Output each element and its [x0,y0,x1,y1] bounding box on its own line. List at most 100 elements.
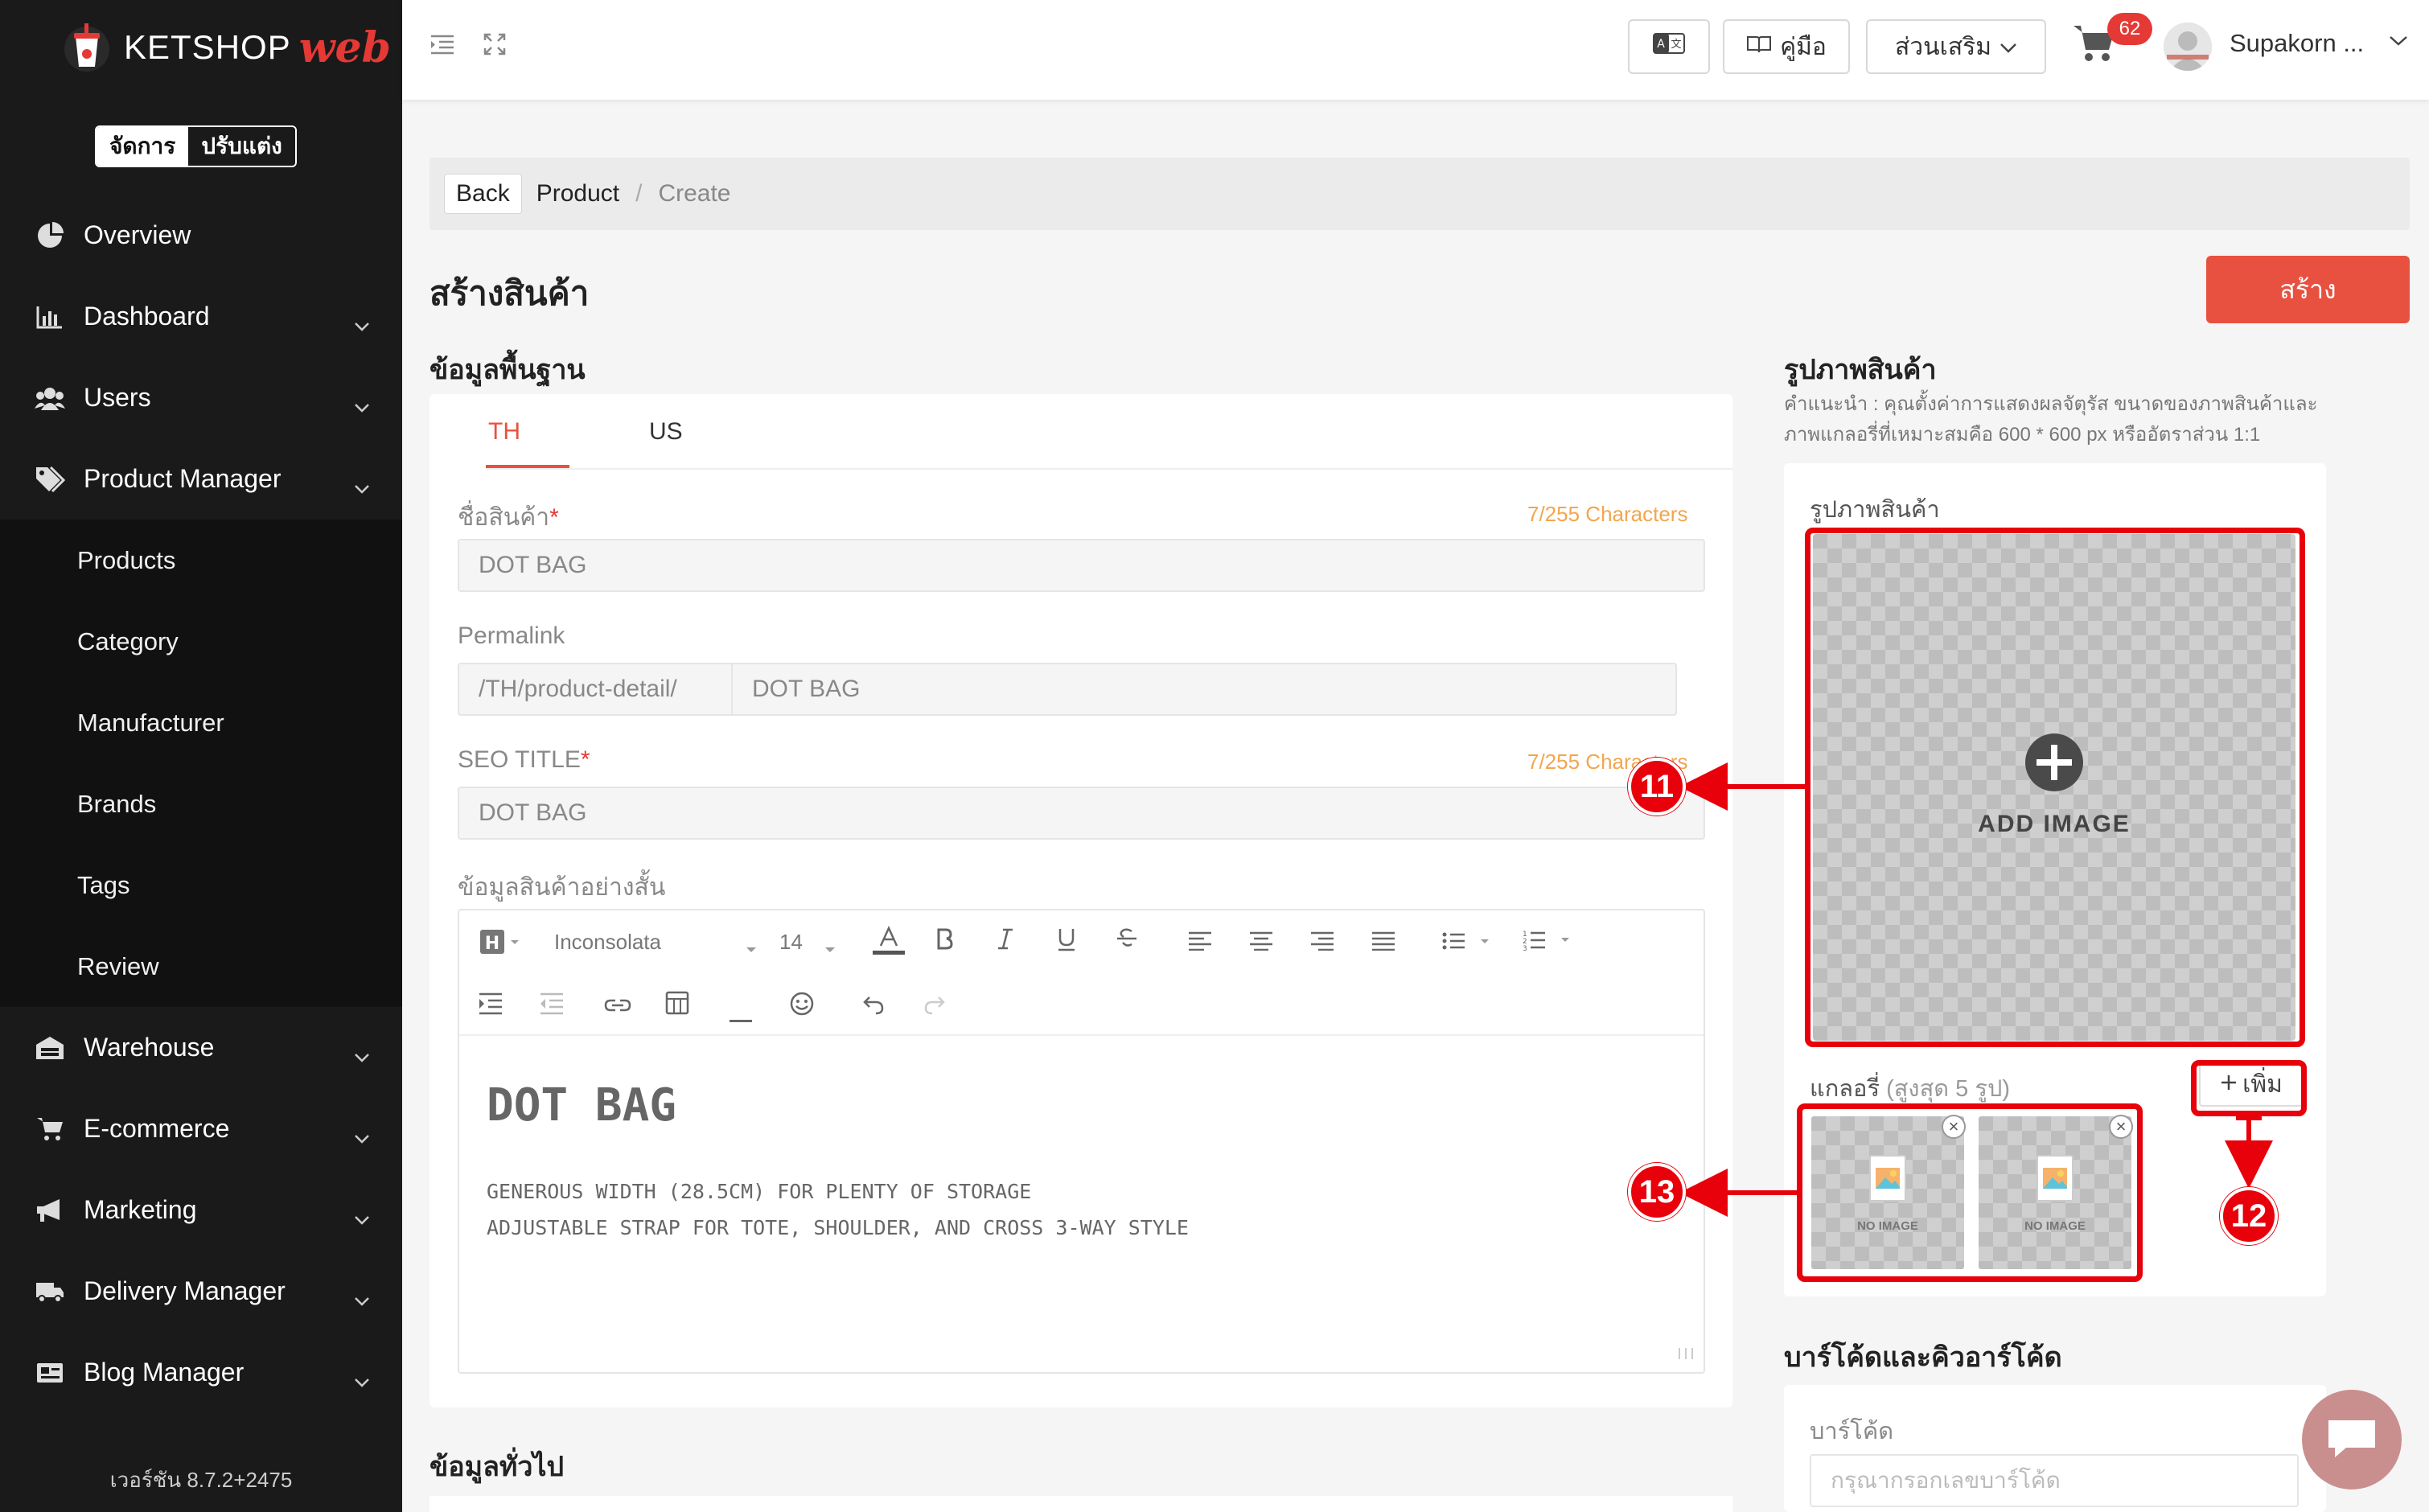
chevron-down-icon[interactable] [2389,35,2408,51]
chat-icon [2325,1415,2378,1465]
font-family-select[interactable]: Inconsolata [554,930,661,955]
general-info-card [429,1496,1732,1512]
brand-suffix: web [298,23,391,72]
align-right-icon[interactable] [1310,930,1334,957]
page-title: สร้างสินค้า [429,274,590,312]
translate-icon: A文 [1653,33,1685,60]
underline-icon[interactable] [1056,927,1077,959]
top-header: A文 คู่มือ ส่วนเสริม 62 Supakorn ... [402,0,2429,100]
chevron-down-icon [354,1120,370,1150]
manual-button[interactable]: คู่มือ [1723,19,1850,74]
heading-icon[interactable]: H [479,928,524,962]
sidebar-item-label: Product Manager [84,464,282,493]
seo-title-label: SEO TITLE* [458,746,590,774]
align-center-icon[interactable] [1249,930,1273,957]
font-color-icon[interactable] [871,925,906,963]
sidebar-subitem-tags[interactable]: Tags [0,844,402,926]
outdent-icon[interactable] [540,992,564,1021]
cart-count-badge: 62 [2107,13,2152,45]
mode-customize-button[interactable]: ปรับแต่ง [188,127,295,166]
sidebar-nav: Overview Dashboard Users Product Manager… [0,195,402,1413]
emoji-icon[interactable] [789,991,815,1023]
seo-title-input[interactable]: DOT BAG [458,787,1705,840]
resize-handle-icon[interactable] [1676,1345,1695,1366]
sidebar-subitem-category[interactable]: Category [0,601,402,682]
pie-chart-icon [34,220,66,252]
link-icon[interactable] [604,994,631,1021]
product-name-label-text: ชื่อสินค้า [458,504,550,531]
chevron-down-icon [746,933,757,960]
create-product-button[interactable]: สร้าง [2206,256,2410,323]
editor-line: ADJUSTABLE STRAP FOR TOTE, SHOULDER, AND… [487,1216,1189,1239]
sidebar-item-blog-manager[interactable]: Blog Manager [0,1332,402,1413]
sidebar-item-overview[interactable]: Overview [0,195,402,276]
chevron-down-icon [354,308,370,338]
sidebar-subitem-products[interactable]: Products [0,520,402,601]
table-icon[interactable] [665,991,689,1021]
mode-manage-button[interactable]: จัดการ [97,127,189,166]
warehouse-icon [34,1032,66,1064]
indent-menu-icon[interactable] [429,32,455,62]
sidebar-subitem-review[interactable]: Review [0,926,402,1007]
align-left-icon[interactable] [1188,930,1212,957]
permalink-prefix: /TH/product-detail/ [458,663,733,716]
permalink-input[interactable]: DOT BAG [733,663,1677,716]
addons-dropdown[interactable]: ส่วนเสริม [1866,19,2046,74]
annotation-callout-11: 11 [1628,758,1686,816]
undo-icon[interactable] [863,994,884,1021]
sidebar-item-marketing[interactable]: Marketing [0,1169,402,1251]
horizontal-rule-icon[interactable] [730,1002,752,1029]
gallery-label: แกลอรี่ (สูงสุด 5 รูป) [1810,1070,2010,1107]
editor-content[interactable]: DOT BAG GENEROUS WIDTH (28.5CM) FOR PLEN… [487,1079,1677,1246]
users-icon [34,382,66,414]
font-size-select[interactable]: 14 [779,930,803,955]
chevron-down-icon [354,470,370,500]
short-desc-label: ข้อมูลสินค้าอย่างสั้น [458,874,666,901]
sidebar-item-delivery-manager[interactable]: Delivery Manager [0,1251,402,1332]
breadcrumb-separator: / [635,180,643,207]
numbered-list-icon[interactable]: 123 [1523,928,1574,957]
basic-info-title: ข้อมูลพื้นฐาน [429,355,586,385]
product-images-title: รูปภาพสินค้า [1784,355,1937,385]
tab-divider [486,468,1732,470]
shopping-cart-icon [2072,26,2117,68]
sidebar-subitem-manufacturer[interactable]: Manufacturer [0,682,402,763]
manual-label: คู่มือ [1780,33,1827,60]
bold-icon[interactable] [935,927,953,957]
align-justify-icon[interactable] [1371,930,1395,957]
sidebar-item-label: Marketing [84,1195,197,1224]
editor-toolbar-row-2 [459,973,1704,1036]
sidebar-item-warehouse[interactable]: Warehouse [0,1007,402,1088]
italic-icon[interactable] [997,927,1014,957]
annotation-callout-13: 13 [1628,1163,1686,1221]
back-button[interactable]: Back [444,174,522,214]
bullet-list-icon[interactable] [1442,930,1494,957]
barcode-input[interactable]: กรุณากรอกเลขบาร์โค้ด [1810,1454,2299,1507]
indent-icon[interactable] [479,992,503,1021]
required-mark: * [580,746,590,773]
redo-icon[interactable] [924,994,945,1021]
sidebar-item-users[interactable]: Users [0,357,402,438]
user-name[interactable]: Supakorn ... [2230,29,2364,58]
tab-us[interactable]: US [649,418,683,446]
sidebar-item-ecommerce[interactable]: E-commerce [0,1088,402,1169]
sidebar-item-product-manager[interactable]: Product Manager [0,438,402,520]
mode-toggle: จัดการ ปรับแต่ง [95,125,297,167]
sidebar-item-dashboard[interactable]: Dashboard [0,276,402,357]
language-switch-button[interactable]: A文 [1628,19,1710,74]
editor-toolbar-row-1: H Inconsolata 14 123 [459,910,1704,973]
brand-logo[interactable]: KETSHOP web [63,19,391,76]
fullscreen-icon[interactable] [483,32,507,60]
addons-label: ส่วนเสริม [1894,33,1992,60]
breadcrumb-product-link[interactable]: Product [536,180,619,207]
strikethrough-icon[interactable] [1116,927,1138,957]
chat-button[interactable] [2302,1390,2402,1489]
user-avatar[interactable] [2164,23,2212,71]
basic-info-card: TH US ชื่อสินค้า* 7/255 Characters DOT B… [429,394,1732,1407]
product-name-input[interactable]: DOT BAG [458,539,1705,592]
tab-th[interactable]: TH [488,418,520,446]
chevron-down-icon [354,1283,370,1313]
sidebar-subitem-brands[interactable]: Brands [0,763,402,844]
chevron-down-icon [354,1202,370,1231]
product-name-label: ชื่อสินค้า* [458,499,559,536]
